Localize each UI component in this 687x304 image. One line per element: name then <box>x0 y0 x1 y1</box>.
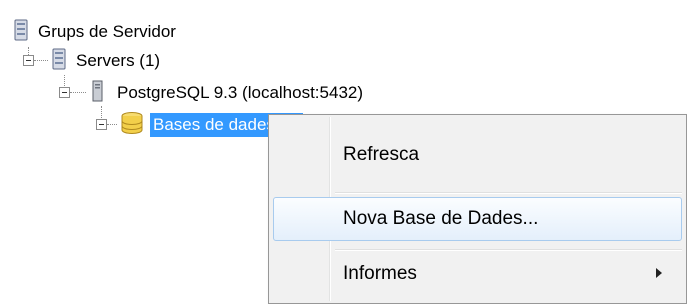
tree-item-server-groups[interactable]: Grups de Servidor <box>14 17 176 47</box>
tree-item-label: PostgreSQL 9.3 (localhost:5432) <box>117 83 364 102</box>
menu-separator <box>335 249 682 251</box>
collapse-toggle[interactable] <box>96 119 107 130</box>
server-group-icon <box>14 19 28 46</box>
menu-item-reports[interactable]: Informes <box>273 252 682 296</box>
menu-item-label: Informes <box>343 263 417 284</box>
menu-item-new-database[interactable]: Nova Base de Dades... <box>273 197 682 241</box>
chevron-right-icon <box>656 268 662 278</box>
context-menu: Refresca Nova Base de Dades... Informes <box>268 114 687 304</box>
tree-item-label: Grups de Servidor <box>38 22 176 41</box>
collapse-toggle[interactable] <box>23 55 34 66</box>
server-group-icon <box>52 48 66 75</box>
menu-item-label: Nova Base de Dades... <box>343 208 539 229</box>
tree-line <box>70 92 86 93</box>
collapse-toggle[interactable] <box>59 87 70 98</box>
tree-line <box>34 60 48 61</box>
tree-item-label: Servers (1) <box>76 51 161 70</box>
server-icon <box>92 80 103 107</box>
tree-item-postgresql-server[interactable]: PostgreSQL 9.3 (localhost:5432) <box>92 78 363 108</box>
menu-separator <box>335 192 682 194</box>
menu-item-refresh[interactable]: Refresca <box>273 133 682 177</box>
tree-line <box>107 124 117 125</box>
menu-item-label: Refresca <box>343 144 420 165</box>
tree-item-servers[interactable]: Servers (1) <box>52 46 160 76</box>
database-icon <box>120 111 144 140</box>
